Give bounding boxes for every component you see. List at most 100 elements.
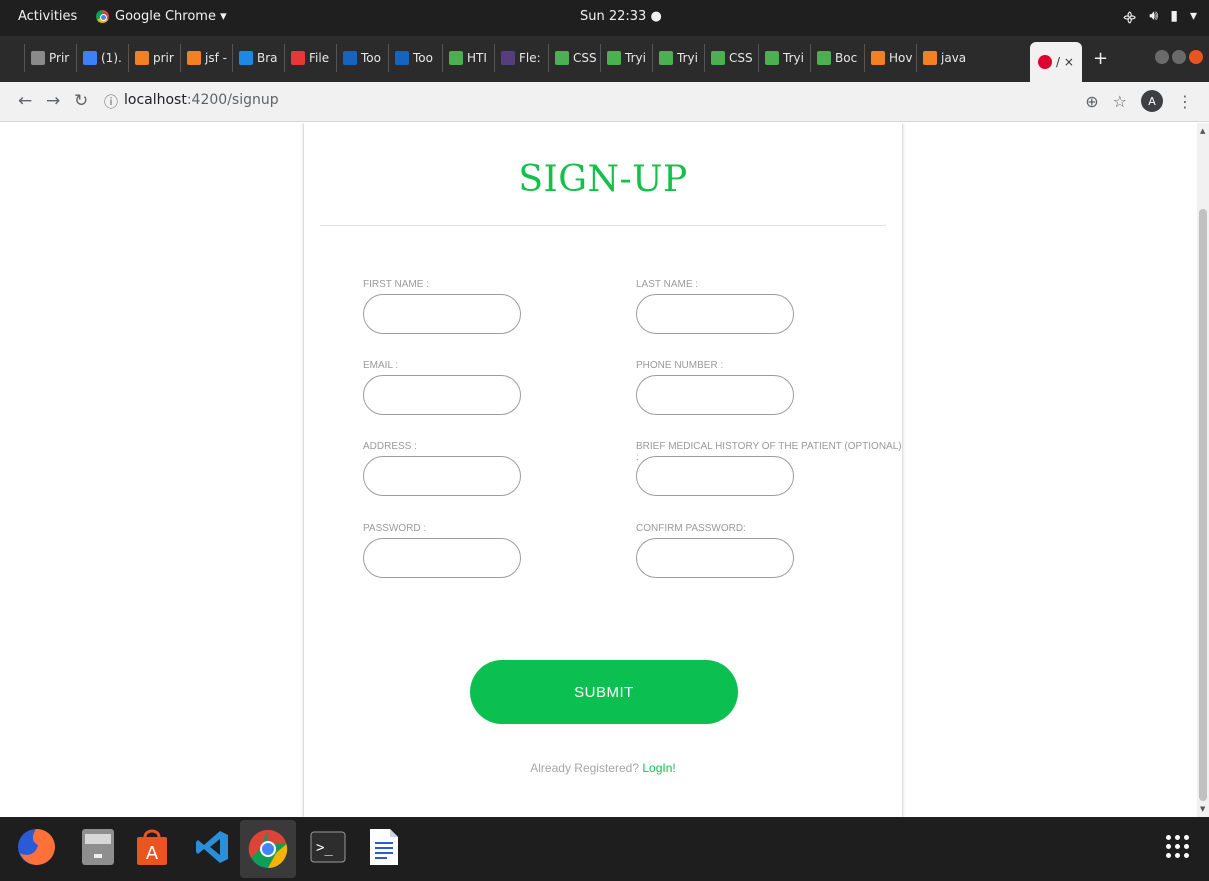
address-input[interactable] — [363, 456, 521, 496]
tab-favicon-icon — [239, 51, 253, 65]
browser-tab[interactable]: Prir — [24, 44, 69, 72]
tab-label: HTI — [467, 51, 487, 65]
tab-strip: Prir (1). prir jsf - Bra File Too Too HTI Fle: CSS… — [0, 36, 1209, 82]
browser-tab[interactable]: prir — [128, 44, 174, 72]
email-label: EMAIL : — [363, 360, 399, 371]
first-name-label: FIRST NAME : — [363, 279, 429, 290]
toolbar-actions: ⊕ ☆ A ⋮ — [1085, 90, 1193, 112]
browser-tab[interactable]: CSS — [548, 44, 597, 72]
angular-icon — [1038, 55, 1052, 69]
back-icon[interactable]: ← — [18, 91, 32, 111]
star-icon[interactable]: ☆ — [1113, 92, 1127, 111]
vscode-icon[interactable] — [190, 825, 234, 869]
tab-favicon-icon — [555, 51, 569, 65]
show-apps-icon[interactable] — [1166, 835, 1189, 858]
confirm-password-input[interactable] — [636, 538, 794, 578]
close-button[interactable] — [1189, 50, 1203, 64]
chrome-icon[interactable] — [240, 820, 296, 878]
tab-label: Prir — [49, 51, 70, 65]
scrollbar-thumb[interactable] — [1199, 209, 1207, 801]
chevron-down-icon: ▾ — [1189, 8, 1197, 24]
app-menu-label: Google Chrome ▾ — [115, 9, 227, 24]
tab-favicon-icon — [395, 51, 409, 65]
browser-tab[interactable]: HTI — [442, 44, 487, 72]
chrome-icon — [96, 10, 109, 23]
svg-text:>_: >_ — [316, 840, 333, 856]
minimize-button[interactable] — [1155, 50, 1169, 64]
browser-tab[interactable]: Bra — [232, 44, 278, 72]
tab-label: File — [309, 51, 330, 65]
tab-label: (1). — [101, 51, 122, 65]
reload-icon[interactable]: ↻ — [74, 91, 88, 111]
browser-tab[interactable]: Too — [388, 44, 433, 72]
browser-tab[interactable]: CSS — [704, 44, 753, 72]
tab-favicon-icon — [607, 51, 621, 65]
scroll-down-icon[interactable]: ▼ — [1200, 805, 1205, 813]
tab-favicon-icon — [83, 51, 97, 65]
tab-label: jsf - — [205, 51, 227, 65]
avatar[interactable]: A — [1141, 90, 1163, 112]
app-menu[interactable]: Google Chrome ▾ — [96, 9, 227, 24]
scroll-up-icon[interactable]: ▲ — [1200, 127, 1205, 135]
zoom-icon[interactable]: ⊕ — [1085, 92, 1098, 111]
address-label: ADDRESS : — [363, 441, 417, 452]
firefox-icon[interactable] — [14, 825, 58, 869]
address-bar[interactable]: localhost:4200/signup — [124, 92, 279, 108]
tab-label: / × — [1056, 55, 1074, 69]
browser-tab[interactable]: Boc — [810, 44, 857, 72]
writer-icon[interactable] — [362, 825, 406, 869]
first-name-input[interactable] — [363, 294, 521, 334]
clock[interactable]: Sun 22:33 ● — [580, 9, 662, 24]
system-tray[interactable]: ᯽ 🔊︎ ▮ ▾ — [1122, 8, 1197, 27]
tab-favicon-icon — [711, 51, 725, 65]
tab-label: java — [941, 51, 967, 65]
last-name-label: LAST NAME : — [636, 279, 699, 290]
tab-favicon-icon — [291, 51, 305, 65]
battery-icon: ▮ — [1170, 8, 1178, 24]
url-host: localhost — [124, 92, 187, 108]
forward-icon[interactable]: → — [46, 91, 60, 111]
divider — [320, 225, 886, 226]
browser-tab[interactable]: Tryi — [652, 44, 698, 72]
window-controls — [1155, 50, 1203, 64]
browser-tab[interactable]: File — [284, 44, 329, 72]
tab-label: Tryi — [677, 51, 698, 65]
medical-history-input[interactable] — [636, 456, 794, 496]
browser-tab[interactable]: Tryi — [758, 44, 804, 72]
browser-tab[interactable]: Too — [336, 44, 381, 72]
scrollbar[interactable]: ▲ ▼ — [1197, 123, 1209, 817]
tab-label: prir — [153, 51, 174, 65]
signup-card: SIGN-UP FIRST NAME : LAST NAME : EMAIL :… — [304, 123, 902, 817]
login-prompt: Already Registered? LogIn! — [304, 761, 902, 775]
tab-favicon-icon — [135, 51, 149, 65]
browser-tab[interactable]: java — [916, 44, 966, 72]
activities-button[interactable]: Activities — [18, 9, 77, 24]
submit-button[interactable]: SUBMIT — [470, 660, 738, 724]
new-tab-button[interactable]: + — [1093, 48, 1108, 69]
phone-input[interactable] — [636, 375, 794, 415]
browser-tab[interactable]: Fle: — [494, 44, 541, 72]
files-icon[interactable] — [76, 825, 120, 869]
info-icon[interactable]: ⓘ — [104, 92, 118, 112]
tab-label: Bra — [257, 51, 278, 65]
software-center-icon[interactable]: A — [130, 825, 174, 869]
browser-tab[interactable]: jsf - — [180, 44, 227, 72]
login-link[interactable]: LogIn! — [642, 761, 675, 775]
browser-tab[interactable]: Tryi — [600, 44, 646, 72]
menu-icon[interactable]: ⋮ — [1177, 92, 1193, 111]
wifi-icon: ᯽ — [1121, 10, 1138, 26]
browser-toolbar: ← → ↻ ⓘ localhost:4200/signup ⊕ ☆ A ⋮ — [0, 82, 1209, 122]
last-name-input[interactable] — [636, 294, 794, 334]
tab-label: CSS — [573, 51, 597, 65]
password-input[interactable] — [363, 538, 521, 578]
page-title: SIGN-UP — [518, 159, 688, 200]
email-input[interactable] — [363, 375, 521, 415]
tab-label: Hov — [889, 51, 913, 65]
phone-label: PHONE NUMBER : — [636, 360, 724, 371]
browser-tab[interactable]: Hov — [864, 44, 912, 72]
terminal-icon[interactable]: >_ — [306, 825, 350, 869]
browser-tab[interactable]: (1). — [76, 44, 122, 72]
maximize-button[interactable] — [1172, 50, 1186, 64]
tab-active[interactable]: / × — [1030, 42, 1082, 82]
os-top-bar: Activities Google Chrome ▾ Sun 22:33 ● ᯽… — [0, 0, 1209, 36]
